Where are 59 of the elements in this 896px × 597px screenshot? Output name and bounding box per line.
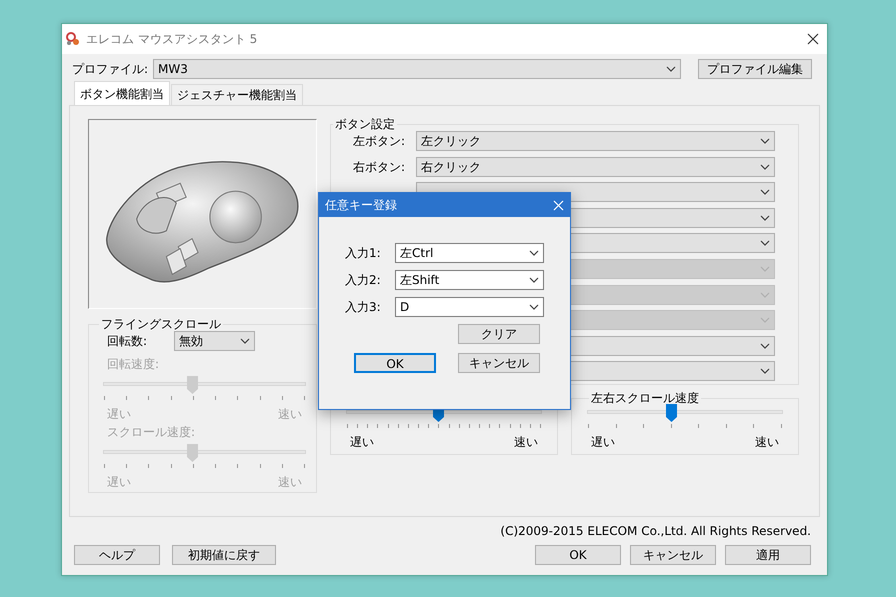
min-label: 遅い: [350, 434, 374, 451]
slider-label: 回転速度:: [107, 356, 160, 373]
slider-label: スクロール速度:: [107, 424, 196, 441]
dropdown[interactable]: 右クリック: [416, 156, 775, 177]
input-label: 入力1:: [345, 245, 382, 262]
button-label: 左ボタン:: [353, 133, 406, 150]
chevron-down-icon: [760, 292, 770, 298]
chevron-down-icon: [760, 240, 770, 246]
group-title: ボタン設定: [334, 117, 396, 131]
copyright-text: (C)2009-2015 ELECOM Co.,Ltd. All Rights Reserved.: [500, 524, 811, 538]
dropdown[interactable]: D: [395, 297, 544, 317]
app-icon: [66, 32, 80, 46]
input-label: 入力3:: [345, 299, 382, 316]
footer-button[interactable]: 初期値に戻す: [172, 545, 276, 565]
chevron-down-icon: [760, 189, 770, 196]
group-title: フライングスクロール: [100, 317, 222, 331]
footer-button[interactable]: キャンセル: [630, 545, 716, 565]
profile-edit-button[interactable]: プロファイル編集: [698, 59, 812, 79]
chevron-down-icon: [760, 368, 770, 374]
chevron-down-icon: [760, 214, 770, 221]
footer-button[interactable]: OK: [535, 545, 621, 565]
slider-thumb[interactable]: [666, 404, 678, 422]
max-label: 速い: [278, 474, 302, 491]
chevron-down-icon: [760, 317, 770, 324]
tab[interactable]: ボタン機能割当: [74, 81, 170, 105]
max-label: 速い: [755, 434, 779, 451]
chevron-down-icon: [666, 66, 676, 72]
footer-button[interactable]: ヘルプ: [74, 545, 160, 565]
dropdown[interactable]: 無効: [174, 331, 255, 351]
tab[interactable]: ジェスチャー機能割当: [171, 84, 303, 105]
chevron-down-icon: [529, 304, 539, 310]
rotation-label: 回転数:: [107, 333, 148, 350]
chevron-down-icon: [760, 164, 770, 170]
button-label: 右ボタン:: [353, 158, 406, 176]
chevron-down-icon: [760, 266, 770, 272]
group-title: 左右スクロール速度: [590, 391, 700, 405]
chevron-down-icon: [760, 342, 770, 349]
dialog-button[interactable]: キャンセル: [458, 353, 540, 373]
dropdown[interactable]: MW3: [153, 59, 681, 79]
dropdown[interactable]: 左Ctrl: [395, 243, 544, 263]
max-label: 速い: [278, 406, 302, 423]
chevron-down-icon: [760, 138, 770, 144]
window-title: エレコム マウスアシスタント 5: [86, 31, 258, 48]
profile-label: プロファイル:: [72, 61, 150, 78]
close-icon[interactable]: [807, 33, 819, 45]
chevron-down-icon: [240, 338, 250, 344]
max-label: 速い: [514, 434, 538, 451]
min-label: 遅い: [107, 474, 131, 491]
dropdown[interactable]: 左Shift: [395, 270, 544, 290]
footer-button[interactable]: 適用: [725, 545, 811, 565]
chevron-down-icon: [529, 277, 539, 283]
dialog-title: 任意キー登録: [325, 197, 398, 214]
input-label: 入力2:: [345, 272, 382, 289]
min-label: 遅い: [107, 406, 131, 423]
min-label: 遅い: [591, 434, 615, 451]
dialog-button[interactable]: クリア: [458, 324, 540, 344]
dialog-button[interactable]: OK: [354, 353, 436, 373]
dropdown[interactable]: 左クリック: [416, 131, 775, 151]
chevron-down-icon: [529, 250, 539, 256]
